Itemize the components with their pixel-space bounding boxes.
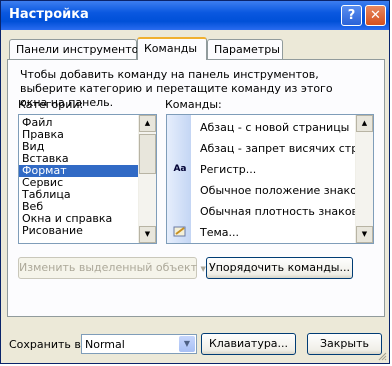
resize-grip-icon[interactable] [377,351,387,361]
keyboard-button[interactable]: Клавиатура... [201,333,296,355]
categories-list[interactable]: Файл Правка Вид Вставка Формат Сервис Та… [18,114,157,244]
command-item[interactable]: Обычная плотность знаков [167,201,358,222]
commands-list[interactable]: Абзац - с новой страницы Абзац - запрет … [166,114,374,244]
scroll-thumb[interactable] [139,134,156,174]
change-case-icon: Aa [173,164,187,174]
list-item[interactable]: Рисование [19,225,156,237]
categories-label: Категории: [18,98,84,111]
command-item[interactable]: Абзац - с новой страницы [167,117,349,138]
command-item[interactable]: Абзац - запрет висячих строк [167,138,372,159]
customize-dialog: Настройка ? ✕ Панели инструментов Команд… [0,0,390,364]
categories-scrollbar[interactable]: ▲ ▼ [138,115,156,243]
close-window-button[interactable]: ✕ [365,5,386,26]
modify-selection-button[interactable]: Изменить выделенный объект ▼ [18,257,206,279]
save-in-select[interactable]: Normal ▼ [81,334,197,354]
window-title: Настройка [9,7,89,22]
tab-toolbars[interactable]: Панели инструментов [9,39,145,59]
scroll-down-arrow-icon[interactable]: ▼ [139,226,156,243]
command-item[interactable]: Обычное положение знаков [167,180,363,201]
commands-panel: Чтобы добавить команду на панель инструм… [7,59,385,317]
tab-options[interactable]: Параметры [207,39,283,59]
save-in-value: Normal [85,338,125,351]
close-button[interactable]: Закрыть [307,333,382,355]
commands-scrollbar[interactable]: ▲ ▼ [355,115,373,243]
scroll-down-arrow-icon[interactable]: ▼ [356,226,373,243]
save-in-label: Сохранить в: [9,338,85,351]
commands-label: Команды: [165,98,222,111]
title-bar[interactable]: Настройка ? ✕ [1,1,389,30]
scroll-up-arrow-icon[interactable]: ▲ [139,115,156,132]
theme-icon [171,225,189,240]
rearrange-commands-button[interactable]: Упорядочить команды... [206,257,353,279]
scroll-up-arrow-icon[interactable]: ▲ [356,115,373,132]
chevron-down-icon[interactable]: ▼ [179,336,195,352]
help-button[interactable]: ? [341,5,362,26]
tab-commands[interactable]: Команды [137,37,207,60]
command-item[interactable]: Тема... [167,222,339,243]
command-item[interactable]: Aa Регистр... [167,159,339,180]
